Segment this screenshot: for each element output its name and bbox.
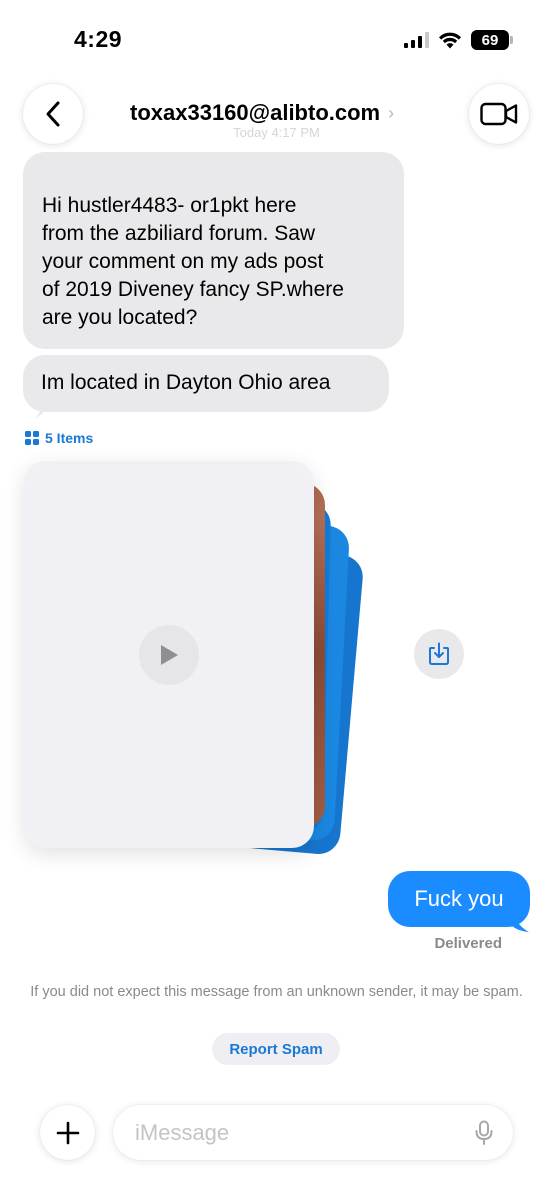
message-line: Hi hustler4483- or1pkt here (42, 194, 297, 217)
message-line: from the azbiliard forum. Saw (42, 222, 316, 245)
play-button[interactable] (139, 624, 199, 685)
microphone-icon[interactable] (475, 1120, 493, 1146)
attachments-count-label: 5 Items (45, 430, 94, 446)
status-indicators: 69 (404, 30, 513, 50)
message-field[interactable] (113, 1105, 513, 1160)
status-time: 4:29 (74, 26, 123, 52)
message-line: of 2019 Diveney fancy SP.where (42, 278, 344, 301)
chevron-right-icon: › (388, 102, 395, 123)
attachments-count-link[interactable]: 5 Items (25, 430, 93, 446)
message-line: your comment on my ads post (42, 250, 324, 273)
bubble-tail (508, 908, 529, 932)
video-camera-icon (480, 102, 518, 126)
contact-name: toxax33160@alibto.com (130, 100, 381, 125)
grid-icon (25, 431, 39, 445)
play-icon (161, 644, 178, 665)
incoming-message-bubble[interactable]: Im located in Dayton Ohio area (23, 355, 389, 412)
video-attachment[interactable] (24, 461, 314, 848)
spam-notice: If you did not expect this message from … (30, 984, 523, 1000)
battery-indicator: 69 (471, 30, 513, 50)
message-input[interactable] (135, 1119, 455, 1146)
back-chevron-icon (46, 101, 60, 127)
plus-icon (56, 1121, 79, 1144)
message-line: are you located? (42, 306, 198, 329)
report-spam-button[interactable]: Report Spam (212, 1033, 340, 1065)
cellular-signal-icon (404, 32, 429, 48)
incoming-message-bubble[interactable]: Hi hustler4483- or1pkt here from the azb… (23, 152, 404, 349)
timestamp: Today 4:17 PM (233, 125, 320, 140)
save-download-icon (429, 642, 449, 665)
contact-header[interactable]: toxax33160@alibto.com › (130, 100, 394, 126)
delivery-status: Delivered (434, 935, 502, 952)
save-attachments-button[interactable] (414, 629, 464, 679)
apps-button[interactable] (40, 1105, 95, 1160)
bubble-tail (34, 396, 50, 419)
wifi-icon (439, 32, 461, 49)
